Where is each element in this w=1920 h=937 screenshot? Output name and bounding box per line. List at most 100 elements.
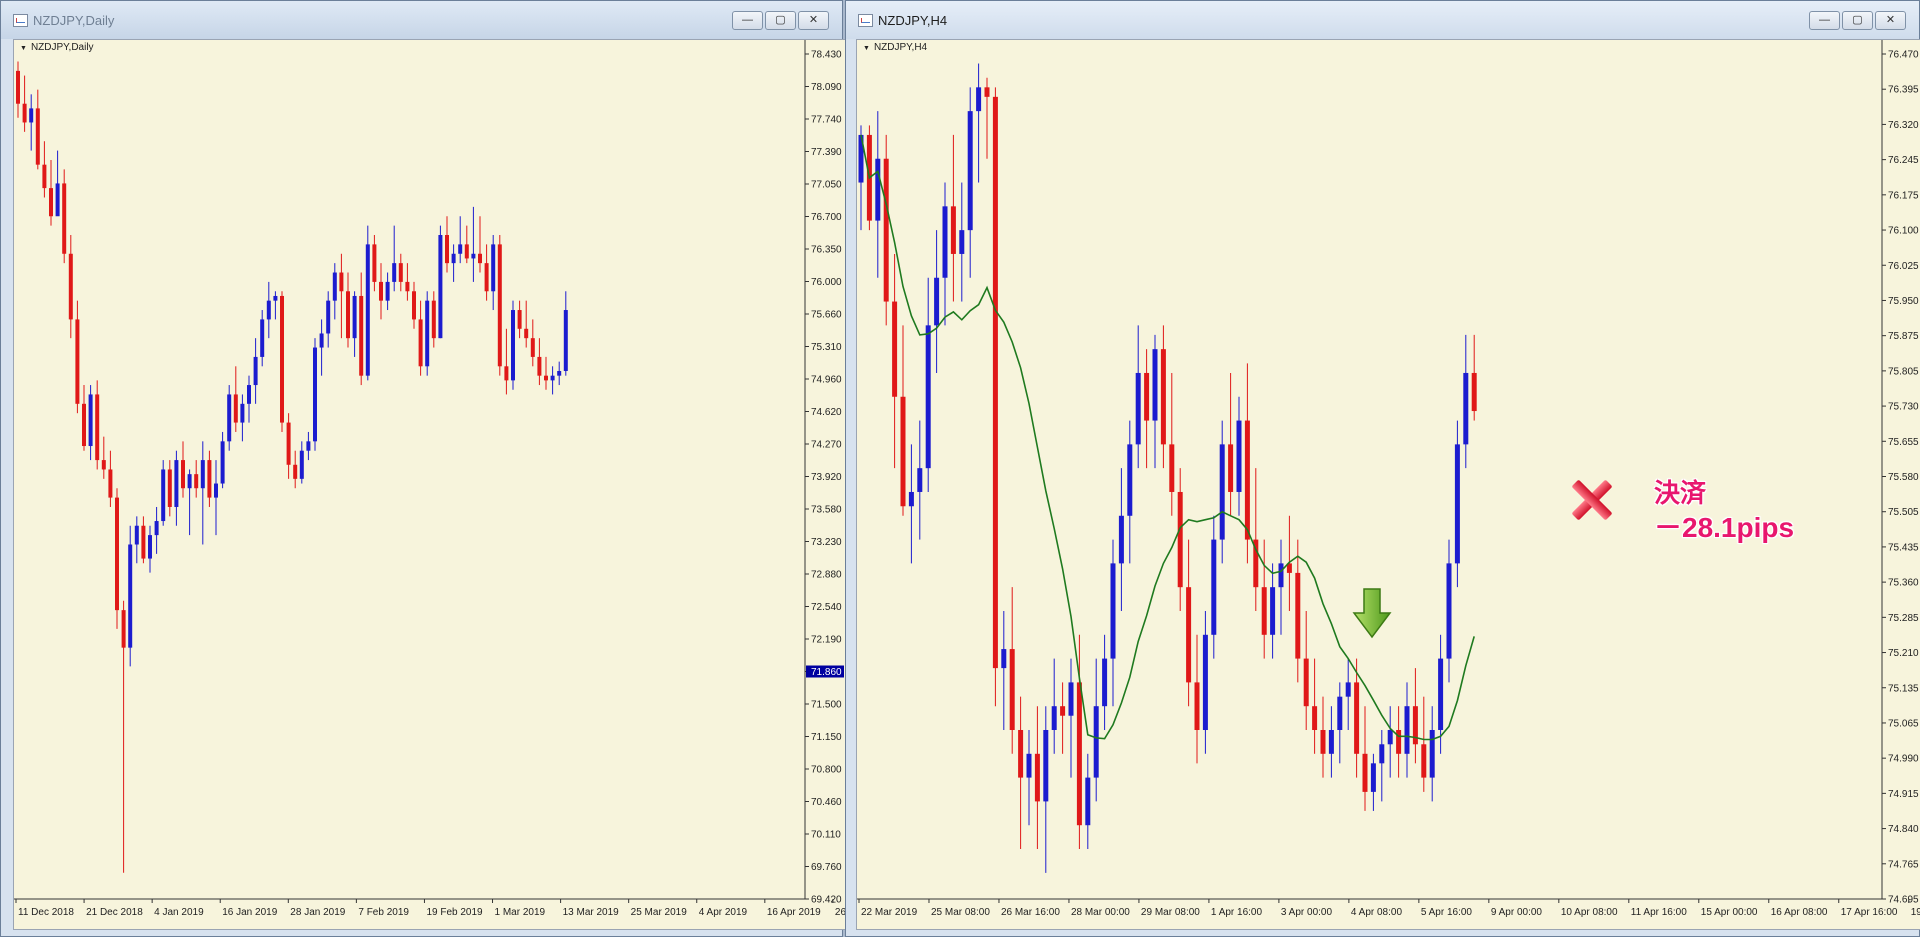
candle-body: [1228, 444, 1234, 492]
restore-button[interactable]: ▢: [1842, 11, 1873, 30]
minimize-button[interactable]: —: [1809, 11, 1840, 30]
candle-body: [1135, 372, 1141, 445]
daily-chart-area[interactable]: NZDJPY,Daily 78.43078.09077.74077.39077.…: [13, 39, 846, 930]
candle-body: [148, 535, 152, 559]
time-label: 19 Apr 00:00: [1911, 907, 1920, 918]
time-label: 28 Jan 2019: [290, 907, 345, 918]
price-label: 77.390: [811, 147, 842, 158]
price-label: 72.540: [811, 602, 842, 613]
candle-body: [1295, 572, 1301, 659]
daily-candlestick-chart[interactable]: 78.430 78.090 77.740 77.390 77.050 76.700 76.3…: [14, 40, 845, 929]
candle-body: [1446, 563, 1452, 659]
h4-chart-window[interactable]: NZDJPY,H4 — ▢ ✕ NZDJPY,H4 76.470 76.395 76…: [845, 0, 1920, 937]
candle-body: [491, 244, 496, 292]
price-label: 74.620: [811, 407, 842, 418]
candle-body: [883, 158, 889, 302]
candle-body: [917, 468, 923, 492]
price-label: 76.350: [811, 245, 842, 256]
h4-title-bar[interactable]: NZDJPY,H4 — ▢ ✕: [846, 1, 1919, 39]
candle-body: [418, 319, 423, 367]
candle-body: [1202, 634, 1208, 730]
price-label: 72.880: [811, 570, 842, 581]
candle-body: [42, 164, 47, 189]
candle-body: [908, 491, 914, 507]
candle-body: [1454, 444, 1460, 564]
candle-body: [530, 338, 535, 357]
price-label: 71.860: [811, 667, 842, 678]
price-label: 75.360: [1888, 578, 1919, 589]
time-label: 28 Mar 00:00: [1071, 907, 1130, 918]
candle-body: [511, 310, 515, 381]
candle-body: [1312, 706, 1318, 730]
candle-body: [365, 244, 370, 376]
candle-body: [1219, 444, 1225, 540]
candle-body: [537, 356, 542, 376]
candle-body: [286, 422, 291, 465]
price-label: 76.100: [1888, 226, 1919, 237]
candle-body: [464, 244, 469, 259]
candle-body: [62, 183, 67, 254]
candle-body: [934, 277, 940, 326]
daily-chart-window[interactable]: NZDJPY,Daily — ▢ ✕ NZDJPY,Daily 78.43078…: [0, 0, 846, 937]
price-label: 71.150: [811, 732, 842, 743]
candle-body: [1085, 777, 1091, 826]
daily-title-bar[interactable]: NZDJPY,Daily — ▢ ✕: [1, 1, 842, 39]
chart-window-icon: [13, 14, 28, 27]
candle-body: [942, 206, 948, 278]
close-button[interactable]: ✕: [1875, 11, 1906, 30]
price-label: 74.695: [1888, 895, 1919, 906]
candle-body: [319, 333, 324, 348]
candle-body: [161, 469, 166, 522]
candle-body: [544, 375, 548, 381]
candle-body: [1144, 372, 1150, 421]
candle-body: [299, 450, 304, 479]
time-label: 15 Apr 00:00: [1701, 907, 1758, 918]
candle-body: [233, 394, 238, 423]
candle-body: [88, 394, 93, 447]
candle-body: [900, 396, 906, 507]
candle-body: [1362, 753, 1368, 792]
candle-body: [992, 96, 998, 669]
candle-body: [1110, 563, 1116, 659]
close-button[interactable]: ✕: [798, 11, 829, 30]
entry-down-arrow-icon: [1352, 588, 1392, 639]
candle-body: [497, 244, 502, 367]
candle-body: [207, 460, 212, 498]
candle-body: [306, 441, 311, 451]
candle-body: [121, 610, 126, 648]
price-label: 76.025: [1888, 261, 1919, 272]
candle-body: [557, 370, 562, 376]
candle-body: [1186, 587, 1192, 683]
candle-body: [1471, 372, 1477, 412]
time-label: 9 Apr 00:00: [1491, 907, 1543, 918]
chart-window-icon: [858, 14, 873, 27]
candle-body: [1043, 730, 1049, 802]
candle-body: [194, 474, 199, 489]
candle-body: [1026, 753, 1032, 778]
candle-body: [950, 206, 956, 254]
candle-body: [445, 235, 449, 264]
h4-window-title: NZDJPY,H4: [878, 13, 948, 28]
time-label: 11 Apr 16:00: [1631, 907, 1687, 918]
candle-body: [1354, 682, 1360, 754]
price-label: 74.840: [1888, 824, 1919, 835]
candle-body: [379, 281, 383, 301]
price-label: 70.110: [811, 830, 841, 841]
minimize-button[interactable]: —: [732, 11, 763, 30]
h4-chart-area[interactable]: NZDJPY,H4 76.47076.39576.32076.24576.175…: [856, 39, 1920, 930]
candle-body: [247, 385, 251, 404]
candle-body: [220, 441, 225, 484]
candle-body: [1328, 730, 1334, 754]
candle-body: [976, 87, 982, 112]
candle-body: [398, 263, 403, 282]
candle-body: [16, 70, 20, 104]
candle-body: [95, 394, 100, 461]
time-label: 19 Feb 2019: [426, 907, 483, 918]
candle-body: [82, 403, 86, 447]
candle-body: [524, 328, 529, 339]
price-label: 76.395: [1888, 85, 1919, 96]
candle-body: [451, 253, 456, 264]
candle-body: [68, 253, 73, 320]
restore-button[interactable]: ▢: [765, 11, 796, 30]
price-label: 75.505: [1888, 507, 1919, 518]
